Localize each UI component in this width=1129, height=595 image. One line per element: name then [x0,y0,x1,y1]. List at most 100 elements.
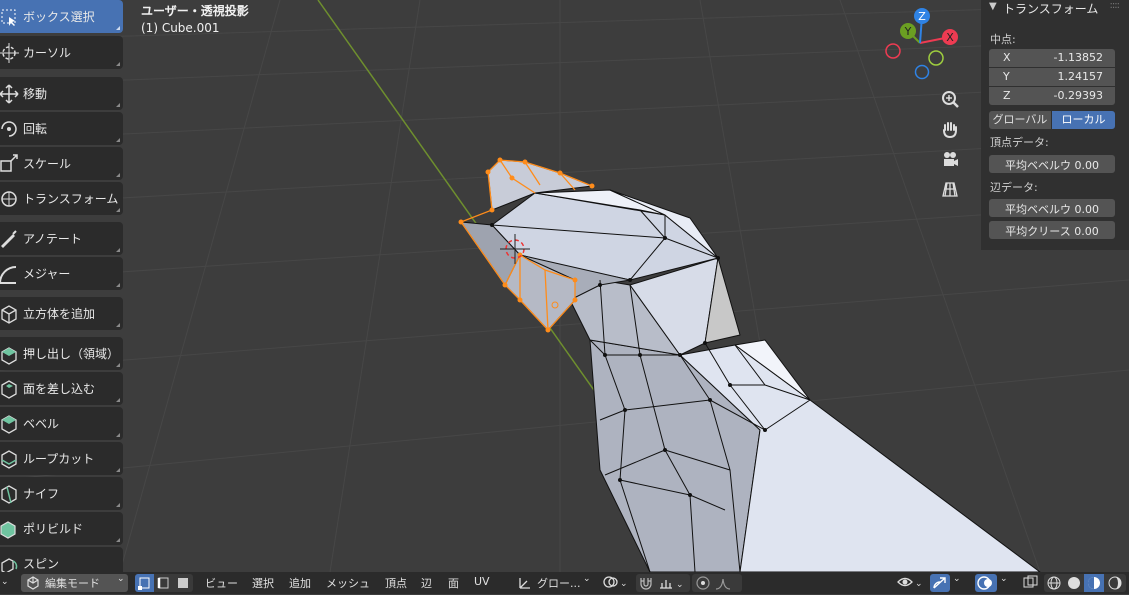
navigation-gizmo[interactable]: X Y Z [880,6,960,86]
editor-type-chevron-icon[interactable]: ⌄ [1,577,9,587]
tool-add-cube[interactable]: 立方体を追加 [0,297,123,330]
visibility-eye-icon[interactable]: ⌄ [896,574,924,593]
face-select-button[interactable] [173,574,193,592]
tool-knife[interactable]: ナイフ [0,477,123,510]
tool-spin[interactable]: スピン [0,547,123,572]
vertex-bevel-weight-text: 平均ベベルウ 0.00 [1005,159,1099,172]
tool-label: 面を差し込む [23,382,96,396]
3d-viewport[interactable]: ユーザー・透視投影 (1) Cube.001 ボックス選択 カーソル 移動 回転 スケー… [0,0,1129,572]
bevel-icon [0,413,20,435]
tool-variants-corner-icon [116,398,120,402]
transform-icon [0,188,20,210]
menu-item[interactable]: ビュー [205,575,238,591]
tool-rotate[interactable]: 回転 [0,112,123,145]
tool-poly-build[interactable]: ポリビルド [0,512,123,545]
vertex-select-button[interactable] [135,574,154,592]
magnet-snap-icon[interactable] [638,575,654,594]
tool-variants-corner-icon [116,323,120,327]
global-toggle[interactable]: グローバル [989,111,1051,129]
local-toggle[interactable]: ローカル [1052,111,1115,129]
transform-panel-header[interactable]: ▼ トランスフォーム :::: [981,0,1129,16]
scale-icon [0,153,20,175]
menu-item[interactable]: メッシュ [326,575,370,591]
tool-inset-faces[interactable]: 面を差し込む [0,372,123,405]
overlay-toggle-button[interactable] [975,574,997,592]
menu-item[interactable]: 選択 [252,575,274,591]
zoom-icon[interactable] [936,86,964,112]
tool-variants-corner-icon [116,173,120,177]
tool-loop-cut[interactable]: ループカット [0,442,123,475]
tool-transform[interactable]: トランスフォーム [0,182,123,215]
y-field-value: 1.24157 [1057,70,1104,83]
proportional-edit-group [692,574,742,592]
tool-label: スケール [23,157,72,171]
menu-item[interactable]: 面 [448,575,459,591]
tool-annotate[interactable]: アノテート [0,222,123,255]
drag-grip-icon[interactable]: :::: [1110,0,1121,11]
tool-variants-corner-icon [116,503,120,507]
tool-label: 押し出し（領域） [23,347,120,361]
svg-text:⌄: ⌄ [676,580,684,590]
panel-title: トランスフォーム [1003,2,1099,16]
tool-measure[interactable]: メジャー [0,257,123,290]
chevron-down-icon[interactable]: ▼ [989,1,997,12]
x-field[interactable]: X -1.13852 [989,49,1115,67]
transform-orientation-selector[interactable]: グロー... ⌄ [515,574,593,592]
tool-extrude-region[interactable]: 押し出し（領域） [0,337,123,370]
camera-icon[interactable] [936,146,964,172]
neg-y-axis-handle[interactable] [928,50,944,66]
z-field[interactable]: Z -0.29393 [989,87,1115,105]
proportional-edit-icon[interactable] [695,575,711,594]
menu-item[interactable]: UV [474,575,490,588]
chevron-down-icon[interactable]: ⌄ [1000,574,1008,584]
vertex-select-icon [138,577,150,590]
grid-ortho-icon[interactable] [936,176,964,202]
tool-move[interactable]: 移動 [0,77,123,110]
mode-label: 編集モード [45,577,100,590]
spin-icon [0,553,20,572]
tool-variants-corner-icon [116,138,120,142]
sidebar-n-panel: ▼ トランスフォーム :::: 中点: X -1.13852 Y 1.24157… [981,0,1129,250]
gizmo-toggle-button[interactable] [930,574,950,592]
neg-x-axis-handle[interactable] [885,43,901,59]
chevron-down-icon[interactable]: ⌄ [953,574,961,584]
median-label: 中点: [990,33,1016,46]
tool-label: アノテート [23,232,82,246]
tool-scale[interactable]: スケール [0,147,123,180]
mesh-object[interactable] [460,159,1041,572]
menu-item[interactable]: 頂点 [385,575,407,591]
tool-box-select[interactable]: ボックス選択 [0,0,123,33]
falloff-curve-icon[interactable] [714,575,740,594]
tool-cursor[interactable]: カーソル [0,36,123,69]
menu-item[interactable]: 追加 [289,575,311,591]
x-field-label: X [1003,51,1011,64]
solid-shading-icon[interactable] [1066,575,1082,594]
z-axis-label: Z [918,10,926,23]
tool-label: ループカット [23,452,95,466]
mode-selector[interactable]: 編集モード ⌄ [21,574,128,592]
tool-label: ボックス選択 [23,10,95,24]
y-field[interactable]: Y 1.24157 [989,68,1115,86]
wireframe-shading-icon[interactable] [1046,575,1062,594]
vertex-bevel-weight-field[interactable]: 平均ベベルウ 0.00 [989,155,1115,173]
snap-increment-icon[interactable]: ⌄ [658,575,688,594]
tool-label: 移動 [23,87,48,101]
menu-item[interactable]: 辺 [421,575,432,591]
edge-bevel-weight-field[interactable]: 平均ベベルウ 0.00 [989,199,1115,217]
x-field-value: -1.13852 [1053,51,1103,64]
edge-crease-field[interactable]: 平均クリース 0.00 [989,221,1115,239]
pivot-point-icon[interactable]: ⌄ [602,574,628,593]
rendered-shading-icon[interactable] [1107,575,1123,594]
neg-z-axis-handle[interactable] [914,64,930,80]
tool-bevel[interactable]: ベベル [0,407,123,440]
xray-toggle-icon[interactable] [1022,574,1040,593]
edge-select-button[interactable] [154,574,173,592]
tool-variants-corner-icon [116,433,120,437]
select-mode-group [135,574,193,592]
hand-pan-icon[interactable] [936,116,964,142]
tool-variants-corner-icon [116,363,120,367]
material-preview-shading-button[interactable] [1084,574,1104,592]
cursor-icon [0,42,20,64]
snap-group: ⌄ [636,574,690,592]
edge-crease-text: 平均クリース 0.00 [1005,225,1099,238]
